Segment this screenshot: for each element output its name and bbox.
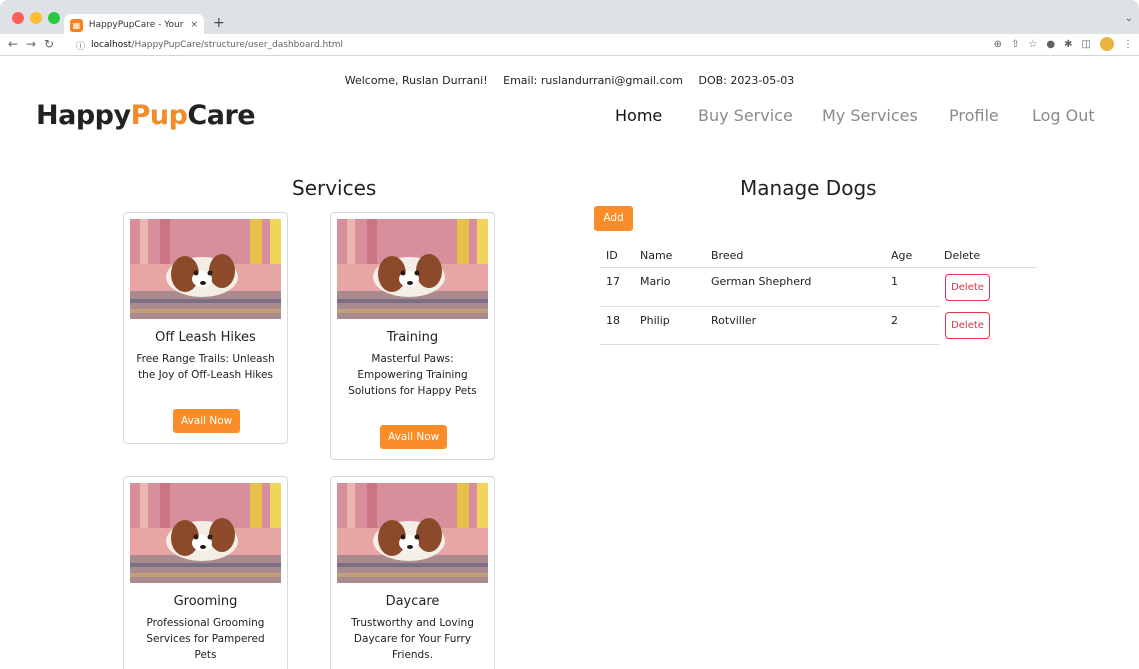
dog-age: 1: [891, 275, 898, 288]
star-icon[interactable]: ☆: [1028, 39, 1037, 50]
card-description: Professional Grooming Services for Pampe…: [146, 617, 265, 661]
service-card: Grooming Professional Grooming Services …: [123, 476, 288, 669]
nav-buy-service[interactable]: Buy Service: [698, 106, 793, 125]
column-header: Age: [891, 249, 913, 262]
column-header: ID: [606, 249, 618, 262]
dob-text: DOB: 2023-05-03: [698, 74, 795, 87]
maximize-window-button[interactable]: [48, 12, 60, 24]
close-window-button[interactable]: [12, 12, 24, 24]
user-info-bar: Welcome, Ruslan Durrani! Email: ruslandu…: [0, 74, 1139, 87]
avail-now-button[interactable]: Avail Now: [380, 425, 448, 449]
puppy-image: [337, 483, 488, 583]
dog-age: 2: [891, 314, 898, 327]
toolbar-icons: ⊕ ⇧ ☆ ● ✱ ◫ ⋮: [994, 37, 1133, 51]
divider: [600, 306, 940, 307]
address-bar: ← → ↻ ⓘ localhost/HappyPupCare/structure…: [0, 34, 1139, 56]
puppy-image: [337, 219, 488, 319]
mic-icon[interactable]: ●: [1046, 39, 1055, 50]
logo[interactable]: HappyPupCare: [36, 100, 256, 131]
nav-profile[interactable]: Profile: [949, 106, 999, 125]
browser-chrome: ▦ HappyPupCare - Your ultimate × + ⌄ ← →…: [0, 0, 1139, 56]
nav-log-out[interactable]: Log Out: [1032, 106, 1095, 125]
puppy-image: [130, 483, 281, 583]
column-header: Delete: [944, 249, 981, 262]
sidebar-icon[interactable]: ◫: [1082, 39, 1091, 50]
dog-name: Philip: [640, 314, 670, 327]
card-title: Daycare: [385, 594, 440, 609]
card-description: Trustworthy and Loving Daycare for Your …: [351, 617, 474, 661]
avail-now-button[interactable]: Avail Now: [173, 409, 241, 433]
services-title: Services: [292, 176, 377, 200]
dog-id: 18: [606, 314, 620, 327]
delete-button[interactable]: Delete: [945, 274, 990, 301]
column-header: Name: [640, 249, 673, 262]
url-path: /HappyPupCare/structure/user_dashboard.h…: [131, 40, 344, 50]
browser-tab[interactable]: ▦ HappyPupCare - Your ultimate ×: [64, 14, 204, 36]
dog-breed: Rotviller: [711, 314, 757, 327]
divider: [600, 267, 1037, 268]
logo-pup: Pup: [130, 100, 188, 131]
divider: [600, 344, 940, 345]
welcome-text: Welcome, Ruslan Durrani!: [344, 74, 488, 87]
logo-care: Care: [187, 100, 256, 131]
card-description: Masterful Paws: Empowering Training Solu…: [348, 353, 477, 397]
back-icon[interactable]: ←: [8, 37, 18, 51]
tab-close-icon[interactable]: ×: [190, 20, 198, 30]
delete-button[interactable]: Delete: [945, 312, 990, 339]
dog-name: Mario: [640, 275, 671, 288]
new-tab-button[interactable]: +: [213, 15, 225, 31]
service-card: Daycare Trustworthy and Loving Daycare f…: [330, 476, 495, 669]
add-dog-button[interactable]: Add: [594, 206, 633, 231]
forward-icon[interactable]: →: [26, 37, 36, 51]
favicon-icon: ▦: [70, 18, 83, 32]
column-header: Breed: [711, 249, 744, 262]
url-field[interactable]: ⓘ localhost/HappyPupCare/structure/user_…: [76, 37, 976, 53]
card-description: Free Range Trails: Unleash the Joy of Of…: [136, 353, 275, 381]
card-title: Training: [386, 330, 439, 345]
share-icon[interactable]: ⇧: [1011, 39, 1019, 50]
info-icon[interactable]: ⓘ: [76, 39, 85, 52]
nav-home[interactable]: Home: [615, 106, 662, 125]
tab-bar: ▦ HappyPupCare - Your ultimate × + ⌄: [0, 0, 1139, 36]
nav-my-services[interactable]: My Services: [822, 106, 918, 125]
card-title: Grooming: [173, 594, 238, 609]
dog-id: 17: [606, 275, 620, 288]
page: Welcome, Ruslan Durrani! Email: ruslandu…: [0, 56, 1139, 669]
extensions-icon[interactable]: ✱: [1064, 39, 1072, 50]
url-host: localhost: [91, 40, 132, 50]
manage-dogs-title: Manage Dogs: [740, 176, 877, 200]
dog-breed: German Shepherd: [711, 275, 812, 288]
profile-avatar-icon[interactable]: [1100, 37, 1114, 51]
reload-icon[interactable]: ↻: [44, 37, 54, 51]
chevron-down-icon[interactable]: ⌄: [1125, 13, 1133, 24]
menu-icon[interactable]: ⋮: [1123, 39, 1133, 50]
service-card: Off Leash Hikes Free Range Trails: Unlea…: [123, 212, 288, 444]
service-card: Training Masterful Paws: Empowering Trai…: [330, 212, 495, 460]
tab-title: HappyPupCare - Your ultimate: [88, 20, 187, 30]
zoom-icon[interactable]: ⊕: [994, 39, 1002, 50]
card-title: Off Leash Hikes: [155, 330, 256, 345]
email-text: Email: ruslandurrani@gmail.com: [503, 74, 683, 87]
logo-happy: Happy: [36, 100, 131, 131]
minimize-window-button[interactable]: [30, 12, 42, 24]
puppy-image: [130, 219, 281, 319]
